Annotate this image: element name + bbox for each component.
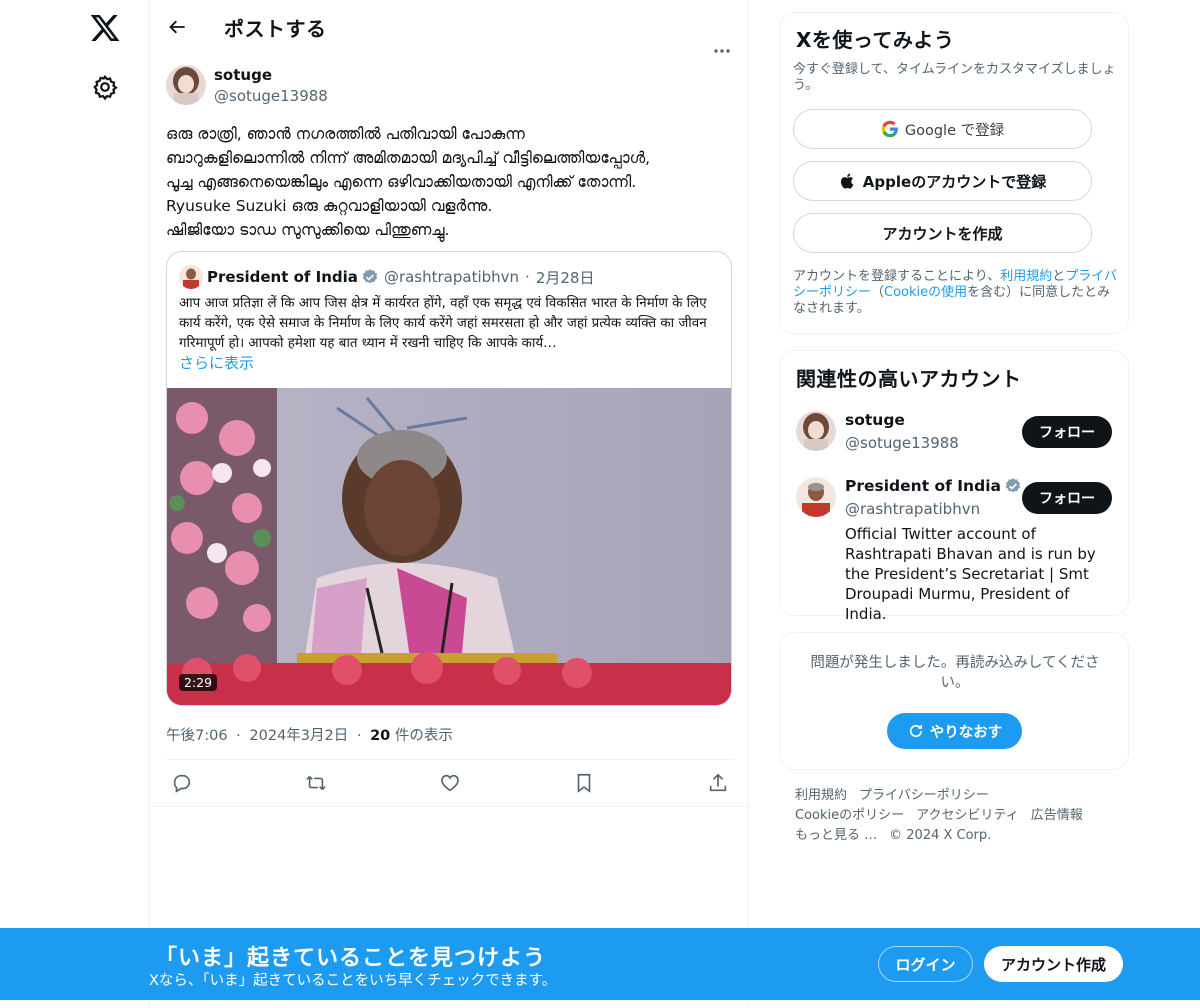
x-logo-icon[interactable] xyxy=(89,12,121,44)
reply-icon[interactable] xyxy=(171,772,193,794)
footer-link[interactable]: もっと見る … xyxy=(795,828,877,843)
account-handle: @sotuge13988 xyxy=(845,434,959,452)
banner-title: 「いま」起きていることを見つけよう xyxy=(155,946,547,971)
terms-link[interactable]: 利用規約 xyxy=(1000,269,1052,284)
post-text-line: ഒരു രാത്രി, ഞാൻ നഗരത്തിൽ പതിവായി പോകുന്ന xyxy=(166,125,525,143)
quote-author-name: President of India xyxy=(207,268,358,286)
video-duration: 2:29 xyxy=(179,674,218,691)
post-meta: 午後7:06 · 2024年3月2日 · 20 件の表示 xyxy=(166,724,453,745)
related-accounts-card: 関連性の高いアカウント sotuge @sotuge13988 フォロー Pre… xyxy=(779,350,1129,623)
legal-text-part: （ xyxy=(871,285,885,300)
quoted-post[interactable]: President of India @rashtrapatibhvn · 2月… xyxy=(166,251,732,706)
gear-icon[interactable] xyxy=(92,74,118,100)
avatar[interactable] xyxy=(166,65,206,105)
banner-subtitle: Xなら、「いま」起きていることをいち早くチェックできます。 xyxy=(149,973,557,989)
post-date[interactable]: 2024年3月2日 xyxy=(249,728,348,744)
avatar xyxy=(179,265,203,289)
quote-header: President of India @rashtrapatibhvn · 2月… xyxy=(179,265,594,289)
separator-dot: · xyxy=(356,728,362,744)
page-title: ポストする xyxy=(224,16,327,41)
follow-button[interactable]: フォロー xyxy=(1022,482,1112,514)
create-account-button[interactable]: アカウントを作成 xyxy=(793,213,1092,253)
retry-button[interactable]: やりなおす xyxy=(887,713,1022,749)
divider xyxy=(150,806,750,807)
cookie-link[interactable]: Cookieの使用 xyxy=(884,285,967,300)
main-column: ポストする sotuge @sotuge13988 ഒരു രാത്രി, ഞാ… xyxy=(149,0,750,1008)
separator-dot: · xyxy=(236,728,241,744)
separator-dot: · xyxy=(525,268,530,286)
arrow-left-icon[interactable] xyxy=(168,17,188,37)
post-text: ഒരു രാത്രി, ഞാൻ നഗരത്തിൽ പതിവായി പോകുന്ന… xyxy=(166,122,726,242)
signup-title: Xを使ってみよう xyxy=(796,28,955,52)
follow-button[interactable]: フォロー xyxy=(1022,416,1112,448)
post-time[interactable]: 午後7:06 xyxy=(166,728,228,744)
google-signup-label: Google で登録 xyxy=(904,122,1005,139)
footer-link[interactable]: 利用規約 xyxy=(795,788,847,803)
more-options-icon[interactable] xyxy=(712,46,732,56)
account-name: sotuge xyxy=(845,411,905,429)
login-button[interactable]: ログイン xyxy=(878,946,973,982)
account-name-text: sotuge xyxy=(845,411,905,429)
footer-link[interactable]: Cookieのポリシー xyxy=(795,808,904,823)
quote-text: आप आज प्रतिज्ञा लें कि आप जिस क्षेत्र मे… xyxy=(179,296,707,351)
google-signup-button[interactable]: Google で登録 xyxy=(793,109,1092,149)
apple-icon xyxy=(840,173,854,189)
signup-banner: 「いま」起きていることを見つけよう Xなら、「いま」起きていることをいち早くチェ… xyxy=(0,928,1200,1000)
account-name-text: President of India xyxy=(845,477,1001,495)
post-text-line: ബാറുകളിലൊന്നിൽ നിന്ന് അമിതമായി മദ്യപിച്ച… xyxy=(166,149,651,167)
author-name[interactable]: sotuge xyxy=(214,66,272,84)
verified-badge-icon xyxy=(362,269,378,284)
avatar[interactable] xyxy=(796,411,836,451)
quote-author-handle: @rashtrapatibhvn xyxy=(383,268,520,286)
quote-date: 2月28日 xyxy=(535,268,595,287)
page-header: ポストする xyxy=(150,0,748,54)
post-text-line: ഷിജിയോ ടാഡ സുസുക്കിയെ പിന്തുണച്ചു. xyxy=(166,221,450,239)
retry-label: やりなおす xyxy=(929,724,1003,741)
related-title: 関連性の高いアカウント xyxy=(796,367,1022,391)
post-actions xyxy=(150,768,750,800)
create-account-label: アカウントを作成 xyxy=(882,224,1003,243)
refresh-icon xyxy=(909,724,922,738)
avatar[interactable] xyxy=(796,477,836,517)
account-name: President of India xyxy=(845,477,1025,495)
show-more-link[interactable]: さらに表示 xyxy=(179,352,254,373)
retweet-icon[interactable] xyxy=(305,772,327,794)
post-text-line: പൂച്ച എങ്ങനെയെങ്കിലും എന്നെ ഒഴിവാക്കിയതാ… xyxy=(166,173,637,191)
share-icon[interactable] xyxy=(707,772,729,794)
signup-subtitle: 今すぐ登録して、タイムラインをカスタマイズしましょう。 xyxy=(793,62,1116,93)
copyright: © 2024 X Corp. xyxy=(889,828,992,843)
google-icon xyxy=(881,120,898,138)
verified-badge-icon xyxy=(1005,478,1021,493)
views-count: 20 xyxy=(370,728,391,744)
post-text-line: Ryusuke Suzuki ഒരു കുറ്റവാളിയായി വളർന്നു… xyxy=(166,197,493,215)
footer-links: 利用規約 プライバシーポリシー Cookieのポリシー アクセシビリティ 広告情報 も… xyxy=(795,786,1115,846)
footer-link[interactable]: 広告情報 xyxy=(1031,808,1083,823)
left-nav xyxy=(0,0,150,1008)
bookmark-icon[interactable] xyxy=(573,772,595,794)
signup-button[interactable]: アカウント作成 xyxy=(984,946,1123,982)
like-icon[interactable] xyxy=(439,772,461,794)
views-label: 件の表示 xyxy=(390,728,453,744)
divider xyxy=(166,759,734,760)
legal-text-part: と xyxy=(1052,269,1066,284)
account-handle: @rashtrapatibhvn xyxy=(845,500,981,518)
error-message: 問題が発生しました。再読み込みしてください。 xyxy=(810,655,1100,691)
video-thumbnail[interactable]: 2:29 xyxy=(167,388,731,705)
error-card: 問題が発生しました。再読み込みしてください。 やりなおす xyxy=(779,632,1129,770)
apple-signup-label: Appleのアカウントで登録 xyxy=(862,172,1047,191)
account-bio: Official Twitter account of Rashtrapati … xyxy=(845,525,1096,623)
author-handle[interactable]: @sotuge13988 xyxy=(214,87,328,105)
apple-signup-button[interactable]: Appleのアカウントで登録 xyxy=(793,161,1092,201)
footer-link[interactable]: プライバシーポリシー xyxy=(859,788,989,803)
legal-text-part: アカウントを登録することにより、 xyxy=(793,269,1001,284)
legal-text: アカウントを登録することにより、利用規約とプライバシーポリシー（Cookieの使… xyxy=(793,269,1123,317)
footer-link[interactable]: アクセシビリティ xyxy=(916,808,1019,823)
signup-card: Xを使ってみよう 今すぐ登録して、タイムラインをカスタマイズしましょう。 Goo… xyxy=(779,12,1129,334)
